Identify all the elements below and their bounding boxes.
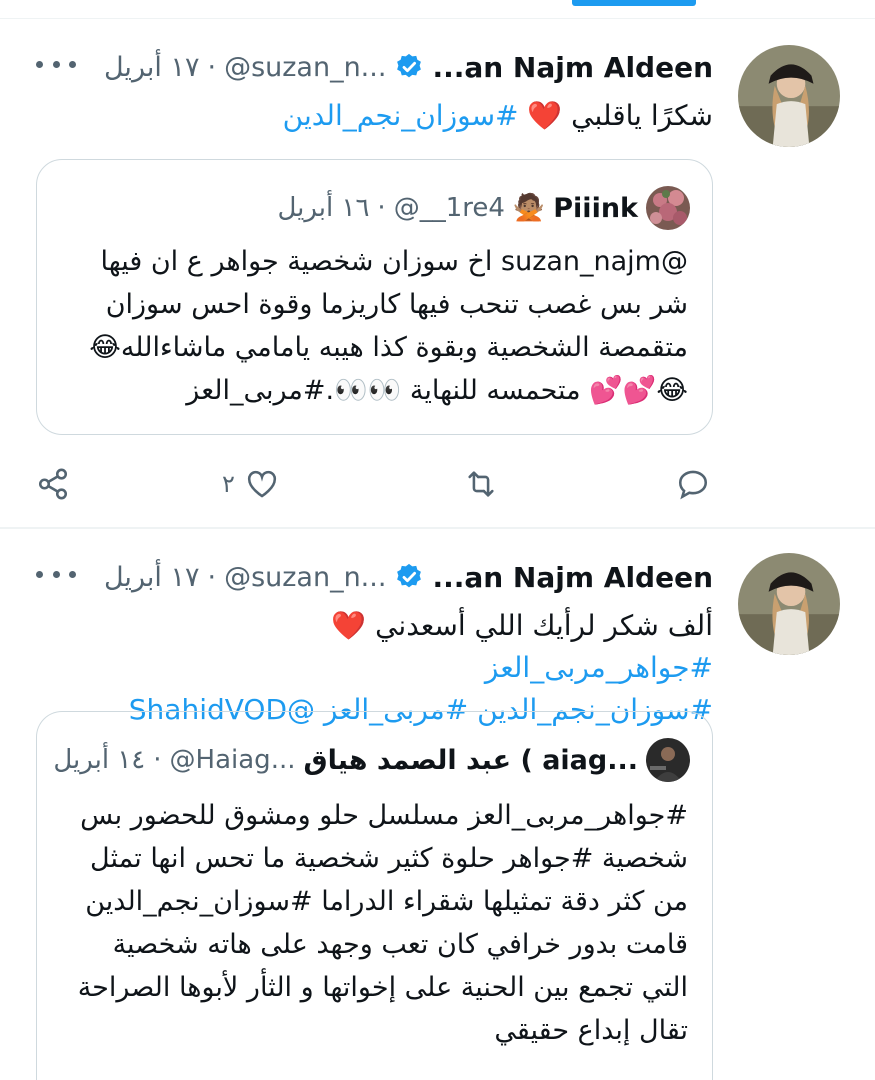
- share-button[interactable]: [36, 459, 70, 509]
- avatar[interactable]: [738, 553, 840, 655]
- quoted-text-line: تقال إبداع حقيقي: [494, 1015, 688, 1046]
- share-icon: [38, 468, 68, 500]
- tweet[interactable]: ...an Najm Aldeen @suzan_n... · ١٧ أبريل…: [0, 529, 875, 1080]
- verified-badge-icon: [397, 563, 422, 588]
- separator-dot: ·: [207, 51, 217, 83]
- separator-dot: ·: [153, 745, 162, 775]
- quoted-tweet[interactable]: عبد الصمد هياق ( aiag... @Haiag... · ١٤ …: [36, 711, 713, 1080]
- author-name[interactable]: ...an Najm Aldeen: [432, 561, 713, 594]
- like-icon: [247, 470, 276, 498]
- quoted-text-line: قامت بدور خرافي كان تعب وجهد على هاته شخ…: [112, 929, 688, 960]
- avatar[interactable]: [738, 45, 840, 147]
- separator-dot: ·: [377, 193, 386, 223]
- quoted-tweet-header: Piiink 🙅🏽 @__1re4 · ١٦ أبريل: [277, 186, 690, 230]
- author-name[interactable]: ...an Najm Aldeen: [432, 51, 713, 84]
- quoted-tweet[interactable]: Piiink 🙅🏽 @__1re4 · ١٦ أبريل @suzan_najm…: [36, 159, 713, 435]
- quoted-text-line: من كثر دقة تمثيلها شقراء الدراما #سوزان_…: [85, 886, 688, 917]
- quoted-date: ١٦ أبريل: [277, 193, 370, 223]
- author-handle[interactable]: @suzan_n...: [224, 562, 386, 593]
- tab-indicator: [572, 0, 696, 6]
- quoted-avatar[interactable]: [646, 738, 690, 782]
- quoted-author-handle[interactable]: @__1re4: [394, 193, 505, 223]
- more-icon[interactable]: [36, 49, 76, 79]
- tweet-actions: ٢: [0, 459, 875, 509]
- separator-dot: ·: [207, 561, 217, 593]
- more-icon[interactable]: [36, 559, 76, 589]
- quoted-text-line: #جواهر_مربى_العز مسلسل حلو ومشوق للحضور …: [80, 800, 688, 831]
- tweet-text: شكرًا ياقلبي ❤️ #سوزان_نجم_الدين: [113, 95, 713, 137]
- verified-badge-icon: [397, 53, 422, 78]
- quoted-text-line: متقمصة الشخصية وبقوة كذا هيبه يامامي ماش…: [89, 332, 688, 363]
- like-button[interactable]: ٢: [222, 459, 279, 509]
- quoted-text-line: 😂💕💕 متحمسه للنهاية 👀👀.#مربى_العز: [186, 375, 688, 406]
- quoted-date: ١٤ أبريل: [53, 745, 146, 775]
- tweet-header: ...an Najm Aldeen @suzan_n... · ١٧ أبريل: [104, 49, 713, 85]
- like-count: ٢: [222, 470, 235, 498]
- quoted-text-line: شر بس غصب تنحب فيها كاريزما وقوة احس سوز…: [105, 289, 688, 320]
- tweet-text-plain: ألف شكر لرأيك اللي أسعدني: [366, 609, 713, 642]
- hashtag-link[interactable]: #جواهر_مربى_العز: [485, 651, 713, 684]
- quoted-avatar[interactable]: [646, 186, 690, 230]
- person-gesturing-emoji: 🙅🏽: [512, 193, 546, 223]
- tweet-date[interactable]: ١٧ أبريل: [104, 52, 199, 83]
- retweet-icon: [468, 471, 494, 497]
- heart-emoji: ❤️: [527, 99, 563, 132]
- hashtag-link[interactable]: #سوزان_نجم_الدين: [283, 99, 528, 132]
- tweet-text-line: ألف شكر لرأيك اللي أسعدني ❤️ #جواهر_مربى…: [113, 605, 713, 689]
- quoted-text: #جواهر_مربى_العز مسلسل حلو ومشوق للحضور …: [60, 794, 688, 1052]
- quoted-author-name[interactable]: عبد الصمد هياق ( aiag...: [303, 745, 638, 776]
- tweet-text-plain: شكرًا ياقلبي: [562, 99, 713, 132]
- heart-emoji: ❤️: [331, 609, 367, 642]
- quoted-text-line: التي تجمع بين الحنية على إخواتها و الثأر…: [77, 972, 688, 1003]
- quoted-tweet-header: عبد الصمد هياق ( aiag... @Haiag... · ١٤ …: [53, 738, 690, 782]
- quoted-text-line: @suzan_najm اخ سوزان شخصية جواهر ع ان في…: [100, 246, 688, 277]
- reply-button[interactable]: [676, 459, 710, 509]
- tweet-date[interactable]: ١٧ أبريل: [104, 562, 199, 593]
- reply-icon: [678, 470, 708, 500]
- author-handle[interactable]: @suzan_n...: [224, 52, 386, 83]
- quoted-text-line: شخصية #جواهر حلوة كثير شخصية ما تحس انها…: [90, 843, 688, 874]
- quoted-author-name[interactable]: Piiink: [553, 193, 638, 224]
- retweet-button[interactable]: [464, 459, 498, 509]
- tweet-header: ...an Najm Aldeen @suzan_n... · ١٧ أبريل: [104, 559, 713, 595]
- tweet[interactable]: ...an Najm Aldeen @suzan_n... · ١٧ أبريل…: [0, 19, 875, 527]
- quoted-text: @suzan_najm اخ سوزان شخصية جواهر ع ان في…: [60, 240, 688, 412]
- quoted-author-handle[interactable]: @Haiag...: [170, 745, 296, 775]
